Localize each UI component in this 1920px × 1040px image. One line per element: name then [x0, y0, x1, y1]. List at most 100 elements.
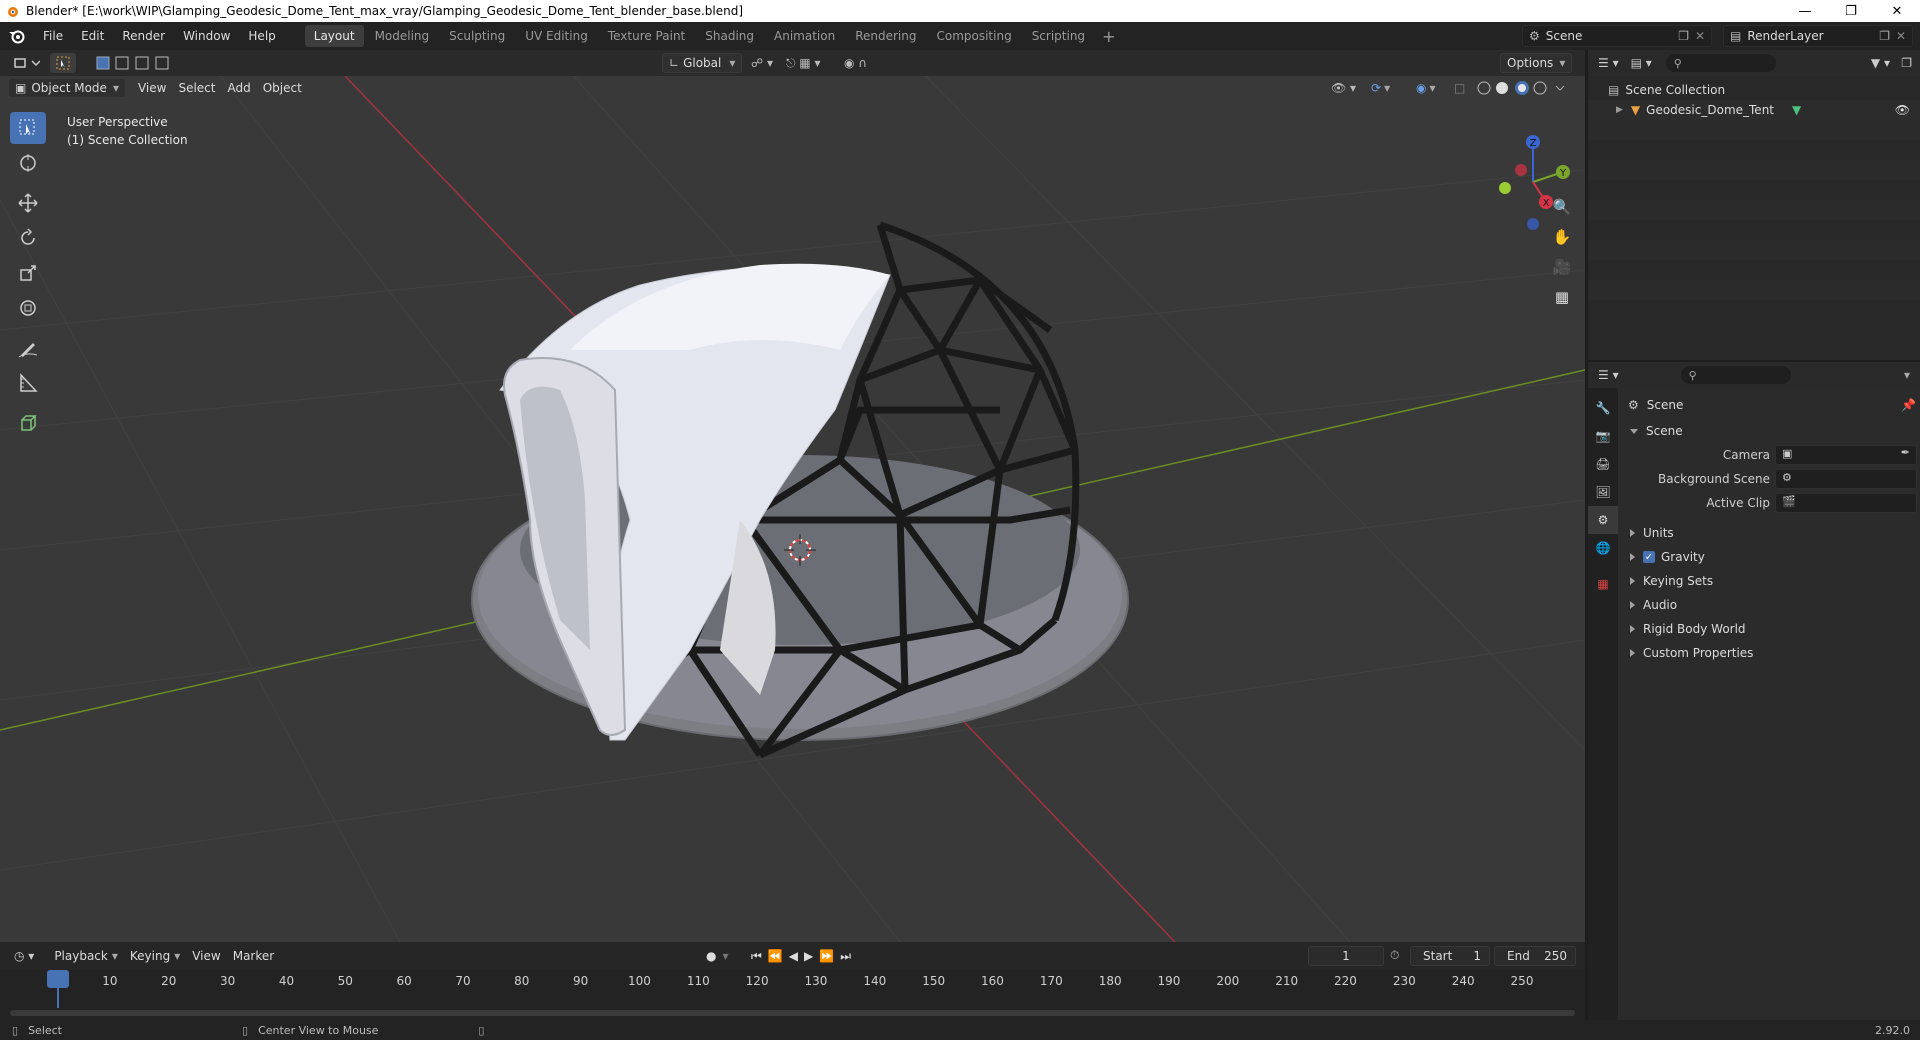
view-layer-tab-icon[interactable]: 🖼: [1588, 478, 1618, 506]
new-layer-icon[interactable]: ❐: [1879, 29, 1890, 43]
outliner-panel[interactable]: ☰ ▾ ▤ ▾ ⚲ ▼ ▾ ❐ ▤ Scene Collection ▶ ▼ G…: [1588, 50, 1920, 360]
camera-view-icon[interactable]: 🎥: [1548, 253, 1576, 281]
measure-tool-icon[interactable]: [10, 367, 46, 399]
output-tab-icon[interactable]: 🖨: [1588, 450, 1618, 478]
scale-tool-icon[interactable]: [10, 257, 46, 289]
perspective-toggle-icon[interactable]: ▦: [1548, 283, 1576, 311]
mode-dropdown[interactable]: ▣ Object Mode ▾: [8, 78, 126, 98]
transform-orientation-dropdown[interactable]: ∟ Global ▾: [662, 53, 743, 73]
timeline-menu-view[interactable]: View: [186, 946, 226, 966]
pivot-point-icon[interactable]: ☍ ▾: [745, 53, 779, 73]
menu-render[interactable]: Render: [113, 22, 174, 50]
tab-modeling[interactable]: Modeling: [366, 25, 439, 47]
viewport-menu-add[interactable]: Add: [221, 78, 256, 98]
pin-icon[interactable]: 📌: [1901, 398, 1916, 412]
snap-icon[interactable]: ⎋ ▦ ▾: [780, 53, 826, 73]
expand-arrow-icon[interactable]: ▶: [1616, 105, 1623, 115]
gizmo-toggle-icon[interactable]: ⟳ ▾: [1365, 78, 1396, 98]
cursor-tool-icon[interactable]: [10, 147, 46, 179]
rigid-body-world-panel-header[interactable]: Rigid Body World: [1620, 618, 1920, 640]
select-box-tool-icon[interactable]: [10, 112, 46, 144]
playback-menu[interactable]: Playback ▾: [48, 946, 124, 966]
end-frame-field[interactable]: End 250: [1494, 946, 1576, 966]
timeline-menu-marker[interactable]: Marker: [227, 946, 280, 966]
tab-uv-editing[interactable]: UV Editing: [516, 25, 597, 47]
tab-shading[interactable]: Shading: [696, 25, 763, 47]
properties-search-input[interactable]: ⚲: [1680, 366, 1791, 384]
filter-icon[interactable]: ▼ ▾: [1871, 56, 1890, 70]
tab-texture-paint[interactable]: Texture Paint: [599, 25, 694, 47]
selection-mode-icons[interactable]: [90, 53, 188, 73]
background-scene-field[interactable]: ⚙: [1775, 469, 1917, 489]
units-panel-header[interactable]: Units: [1620, 522, 1920, 544]
eyedropper-icon[interactable]: ✒: [1901, 446, 1910, 459]
gravity-panel-header[interactable]: ✓ Gravity: [1620, 546, 1920, 568]
visibility-icon[interactable]: 👁 ▾: [1325, 78, 1362, 98]
audio-panel-header[interactable]: Audio: [1620, 594, 1920, 616]
keying-sets-panel-header[interactable]: Keying Sets: [1620, 570, 1920, 592]
minimize-icon[interactable]: —: [1782, 0, 1828, 22]
move-tool-icon[interactable]: [10, 187, 46, 219]
menu-file[interactable]: File: [34, 22, 72, 50]
timeline-scrollbar[interactable]: [10, 1010, 1575, 1016]
pan-hand-icon[interactable]: ✋: [1548, 223, 1576, 251]
delete-layer-icon[interactable]: ✕: [1896, 29, 1906, 43]
chevron-down-icon[interactable]: ▾: [1904, 368, 1910, 382]
viewport-menu-select[interactable]: Select: [172, 78, 221, 98]
properties-editor-type-icon[interactable]: ☰ ▾: [1598, 368, 1619, 382]
jump-next-keyframe-icon[interactable]: ⏩: [819, 949, 834, 963]
outliner-object-row[interactable]: ▶ ▼ Geodesic_Dome_Tent ▼ 👁: [1588, 100, 1920, 120]
start-frame-field[interactable]: Start 1: [1410, 946, 1490, 966]
viewport-menu-view[interactable]: View: [132, 78, 172, 98]
current-frame-field[interactable]: 1: [1308, 946, 1384, 966]
world-tab-icon[interactable]: 🌐: [1588, 534, 1618, 562]
add-workspace-icon[interactable]: +: [1096, 27, 1121, 46]
camera-field[interactable]: ▣ ✒: [1775, 445, 1917, 465]
tab-compositing[interactable]: Compositing: [927, 25, 1020, 47]
select-tool-icon[interactable]: [50, 53, 76, 73]
tool-tab-icon[interactable]: 🔧: [1588, 394, 1618, 422]
menu-window[interactable]: Window: [174, 22, 239, 50]
timeline-editor[interactable]: ◷ ▾ Playback ▾ Keying ▾ View Marker ● ▾ ⏮ ⏪…: [0, 942, 1585, 1020]
tab-layout[interactable]: Layout: [304, 25, 364, 47]
jump-prev-keyframe-icon[interactable]: ⏪: [768, 949, 783, 963]
tab-rendering[interactable]: Rendering: [846, 25, 925, 47]
menu-edit[interactable]: Edit: [72, 22, 113, 50]
gravity-checkbox[interactable]: ✓: [1643, 551, 1655, 563]
tab-sculpting[interactable]: Sculpting: [440, 25, 514, 47]
rotate-tool-icon[interactable]: [10, 222, 46, 254]
eye-visibility-icon[interactable]: 👁: [1895, 103, 1910, 117]
active-clip-field[interactable]: 🎬: [1775, 493, 1917, 513]
3d-viewport[interactable]: Z Y X ∟ Global ▾ ☍ ▾ ⎋ ▦ ▾ ◉ ∩ Options ▾…: [0, 50, 1585, 942]
new-collection-icon[interactable]: ❐: [1901, 56, 1912, 70]
timeline-ruler[interactable]: 1102030405060708090100110120130140150160…: [0, 970, 1585, 992]
render-tab-icon[interactable]: 📷: [1588, 422, 1618, 450]
blender-logo-icon[interactable]: [0, 22, 34, 50]
menu-help[interactable]: Help: [239, 22, 284, 50]
properties-panel[interactable]: ☰ ▾ ⚲ ▾ 🔧 📷 🖨 🖼 ⚙ 🌐 ▦ ⚙ Scene 📌 Scene Ca…: [1588, 362, 1920, 1020]
display-mode-icon[interactable]: ▤ ▾: [1631, 56, 1652, 70]
new-scene-icon[interactable]: ❐: [1678, 29, 1689, 43]
add-cube-tool-icon[interactable]: [10, 407, 46, 439]
timeline-editor-type-icon[interactable]: ◷ ▾: [8, 946, 40, 966]
xray-toggle-icon[interactable]: □: [1448, 78, 1471, 98]
editor-type-icon[interactable]: [8, 53, 46, 73]
custom-properties-panel-header[interactable]: Custom Properties: [1620, 642, 1920, 664]
tab-scripting[interactable]: Scripting: [1023, 25, 1094, 47]
options-dropdown[interactable]: Options ▾: [1500, 53, 1573, 73]
close-icon[interactable]: ✕: [1874, 0, 1920, 22]
outliner-search-input[interactable]: ⚲: [1665, 54, 1776, 72]
transform-tool-icon[interactable]: [10, 292, 46, 324]
viewport-menu-object[interactable]: Object: [257, 78, 308, 98]
texture-tab-icon[interactable]: ▦: [1588, 570, 1618, 598]
record-keyframe-icon[interactable]: ● ▾: [700, 946, 735, 966]
shading-modes-icons[interactable]: [1470, 78, 1572, 98]
outliner-editor-type-icon[interactable]: ☰ ▾: [1598, 56, 1619, 70]
zoom-icon[interactable]: 🔍: [1548, 193, 1576, 221]
restore-icon[interactable]: ❐: [1828, 0, 1874, 22]
tab-animation[interactable]: Animation: [765, 25, 844, 47]
render-layer-selector[interactable]: ▤ RenderLayer ❐ ✕: [1723, 25, 1913, 47]
keying-menu[interactable]: Keying ▾: [124, 946, 186, 966]
jump-end-icon[interactable]: ⏭: [840, 949, 851, 964]
play-icon[interactable]: ▶: [804, 949, 813, 963]
